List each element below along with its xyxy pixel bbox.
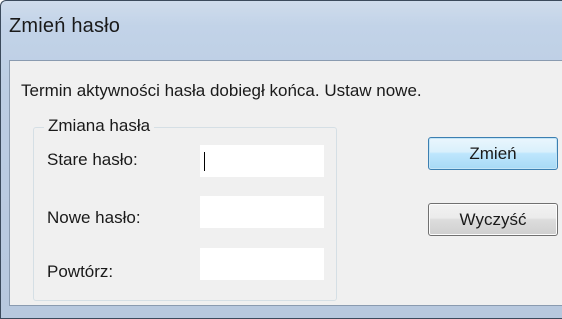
title-bar[interactable]: Zmień hasło <box>1 1 562 47</box>
change-button[interactable]: Zmień <box>428 137 558 170</box>
old-password-label: Stare hasło: <box>47 150 138 169</box>
repeat-password-field[interactable] <box>200 248 324 280</box>
change-password-window: Zmień hasło Termin aktywności hasła dobi… <box>0 0 562 319</box>
repeat-password-label: Powtórz: <box>47 262 114 281</box>
password-change-group: Zmiana hasła Stare hasło: Nowe hasło: Po… <box>33 116 337 301</box>
new-password-field[interactable] <box>200 196 324 228</box>
group-title: Zmiana hasła <box>44 116 155 136</box>
new-password-label: Nowe hasło: <box>47 208 141 227</box>
expiry-message: Termin aktywności hasła dobiegł końca. U… <box>21 81 422 100</box>
old-password-field[interactable] <box>200 145 324 177</box>
window-title: Zmień hasło <box>9 15 121 37</box>
text-caret <box>204 152 205 171</box>
dialog-client-area: Termin aktywności hasła dobiegł końca. U… <box>9 60 562 306</box>
clear-button[interactable]: Wyczyść <box>428 203 558 236</box>
